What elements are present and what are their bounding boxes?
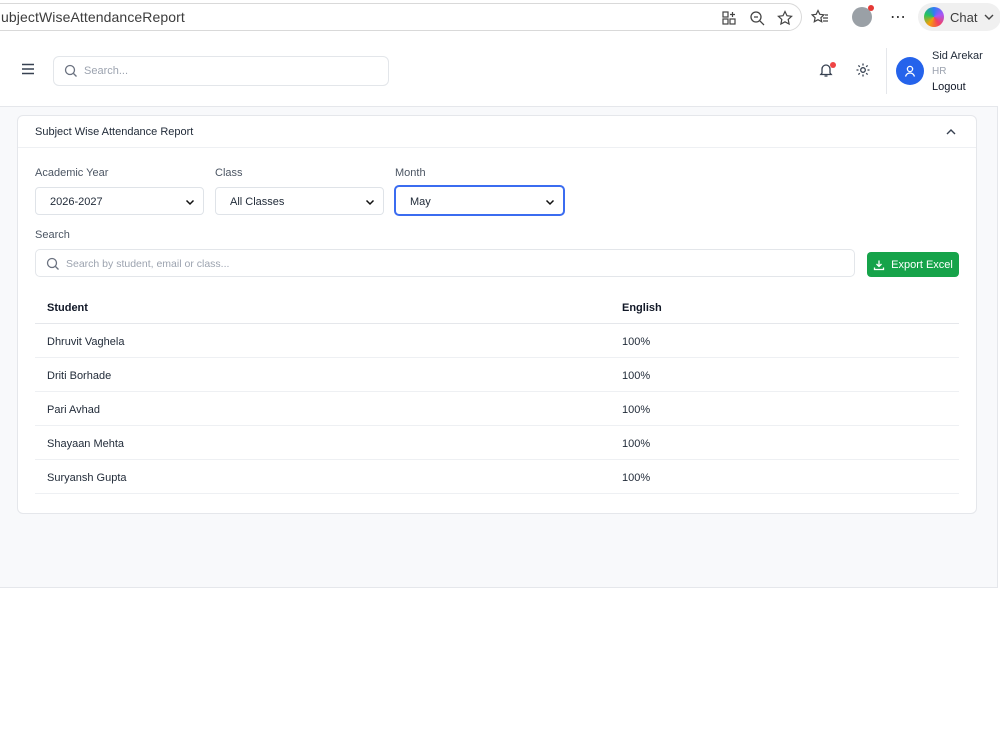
settings-gear-icon[interactable]	[855, 62, 871, 83]
month-select[interactable]: May	[394, 185, 565, 216]
student-name: Driti Borhade	[47, 370, 112, 382]
english-attendance: 100%	[622, 370, 651, 382]
favorites-icon[interactable]	[810, 7, 830, 27]
card-title: Subject Wise Attendance Report	[35, 126, 194, 138]
student-name: Suryansh Gupta	[47, 472, 127, 484]
logout-link[interactable]: Logout	[932, 81, 966, 93]
month-value: May	[410, 196, 431, 208]
header-divider	[886, 48, 887, 94]
global-search-input[interactable]: Search...	[53, 56, 389, 86]
month-label: Month	[395, 167, 426, 179]
chat-label: Chat	[950, 9, 978, 25]
apps-icon[interactable]	[719, 8, 739, 28]
class-label: Class	[215, 167, 243, 179]
column-header-english: English	[622, 302, 662, 314]
chevron-up-icon[interactable]	[944, 125, 958, 139]
chevron-down-icon	[365, 199, 375, 206]
app-window: Search... Sid Arekar HR Logout Subject W…	[0, 36, 998, 588]
english-attendance: 100%	[622, 404, 651, 416]
top-navbar: Search... Sid Arekar HR Logout	[0, 36, 998, 107]
academic-year-label: Academic Year	[35, 167, 109, 179]
card-header[interactable]: Subject Wise Attendance Report	[18, 116, 976, 148]
chevron-down-icon	[984, 14, 994, 20]
avatar[interactable]	[896, 57, 924, 85]
export-label: Export Excel	[891, 258, 953, 271]
academic-year-select[interactable]: 2026-2027	[35, 187, 204, 215]
class-value: All Classes	[230, 196, 285, 208]
zoom-icon[interactable]	[747, 8, 767, 28]
class-select[interactable]: All Classes	[215, 187, 384, 215]
address-bar[interactable]: ubjectWiseAttendanceReport	[0, 3, 802, 31]
search-placeholder: Search...	[84, 65, 129, 77]
copilot-icon	[924, 7, 944, 27]
search-label: Search	[35, 229, 70, 241]
chevron-down-icon	[545, 199, 555, 206]
english-attendance: 100%	[622, 336, 651, 348]
table-row: Suryansh Gupta 100%	[35, 460, 959, 494]
export-excel-button[interactable]: Export Excel	[867, 252, 959, 277]
address-text[interactable]: ubjectWiseAttendanceReport	[1, 9, 185, 25]
english-attendance: 100%	[622, 438, 651, 450]
menu-icon[interactable]	[20, 61, 36, 77]
student-search-input[interactable]: Search by student, email or class...	[35, 249, 855, 277]
star-icon[interactable]	[775, 8, 795, 28]
user-name: Sid Arekar	[932, 50, 983, 62]
search-icon	[64, 64, 78, 83]
student-name: Dhruvit Vaghela	[47, 336, 125, 348]
academic-year-value: 2026-2027	[50, 196, 103, 208]
copilot-chat-button[interactable]: Chat	[918, 3, 1000, 31]
attendance-table: Student English Dhruvit Vaghela 100% Dri…	[35, 290, 959, 494]
table-row: Driti Borhade 100%	[35, 358, 959, 392]
student-search-placeholder: Search by student, email or class...	[66, 258, 230, 270]
table-row: Pari Avhad 100%	[35, 392, 959, 426]
table-header: Student English	[35, 290, 959, 324]
student-name: Shayaan Mehta	[47, 438, 125, 450]
download-icon	[873, 260, 885, 270]
english-attendance: 100%	[622, 472, 651, 484]
browser-toolbar: ubjectWiseAttendanceReport ⋯ Chat	[0, 0, 1000, 34]
table-row: Dhruvit Vaghela 100%	[35, 324, 959, 358]
search-icon	[46, 257, 60, 276]
profile-icon[interactable]	[852, 5, 874, 27]
notification-badge	[830, 62, 836, 68]
user-role: HR	[932, 66, 947, 77]
more-icon[interactable]: ⋯	[888, 7, 908, 27]
student-name: Pari Avhad	[47, 404, 101, 416]
table-row: Shayaan Mehta 100%	[35, 426, 959, 460]
chevron-down-icon	[185, 199, 195, 206]
report-card: Subject Wise Attendance Report Academic …	[17, 115, 977, 514]
column-header-student: Student	[47, 302, 88, 314]
